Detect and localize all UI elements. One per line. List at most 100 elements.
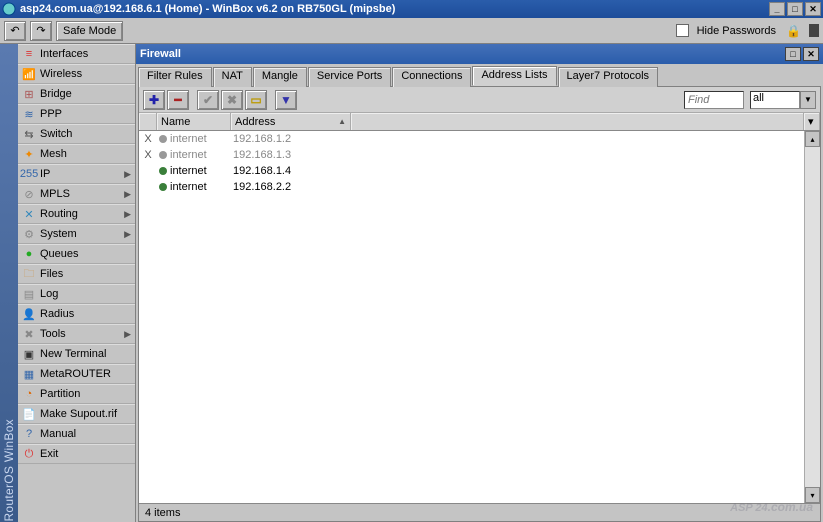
menu-item-wireless[interactable]: 📶 Wireless (18, 64, 135, 84)
menu-item-bridge[interactable]: ⊞Bridge (18, 84, 135, 104)
menu-item-ip[interactable]: 255 IP ▶ (18, 164, 135, 184)
app-title: asp24.com.ua@192.168.6.1 (Home) - WinBox… (20, 3, 767, 15)
tab-nat[interactable]: NAT (213, 67, 252, 87)
row-name: internet (157, 181, 231, 193)
window-expand-button[interactable]: □ (785, 47, 801, 61)
menu-icon: ▦ (22, 367, 36, 381)
row-flag: X (139, 149, 157, 161)
enable-button[interactable]: ✔ (197, 90, 219, 110)
menu-item-interfaces[interactable]: ≡ Interfaces (18, 44, 135, 64)
submenu-arrow-icon: ▶ (124, 329, 131, 340)
submenu-arrow-icon: ▶ (124, 169, 131, 180)
column-address[interactable]: Address▲ (231, 113, 351, 130)
menu-label: Interfaces (40, 48, 131, 60)
minimize-button[interactable]: _ (769, 2, 785, 16)
menu-icon: ≡ (22, 47, 36, 61)
menu-item-manual[interactable]: ?Manual (18, 424, 135, 444)
hide-passwords-label: Hide Passwords (697, 25, 776, 37)
row-address: 192.168.1.2 (231, 133, 351, 145)
menu-item-files[interactable]: 🗀Files (18, 264, 135, 284)
menu-icon: ⇆ (22, 127, 36, 141)
column-name[interactable]: Name (157, 113, 231, 130)
filter-button[interactable]: ▼ (275, 90, 297, 110)
firewall-tabs: Filter RulesNATMangleService PortsConnec… (136, 64, 823, 86)
menu-icon: 🗀 (22, 267, 36, 281)
menu-item-make-supout.rif[interactable]: 📄Make Supout.rif (18, 404, 135, 424)
menu-label: MetaROUTER (40, 368, 131, 380)
menu-icon: ≋ (22, 107, 36, 121)
redo-button[interactable]: ↷ (30, 21, 52, 41)
menu-icon: 255 (22, 167, 36, 181)
menu-icon: ▣ (22, 347, 36, 361)
row-address: 192.168.2.2 (231, 181, 351, 193)
row-name: internet (157, 133, 231, 145)
menu-item-queues[interactable]: ●Queues (18, 244, 135, 264)
menu-item-routing[interactable]: ✕Routing▶ (18, 204, 135, 224)
menu-icon: 📶 (22, 67, 36, 81)
tab-layer7-protocols[interactable]: Layer7 Protocols (558, 67, 659, 87)
hide-passwords-checkbox[interactable] (676, 24, 689, 37)
maximize-button[interactable]: □ (787, 2, 803, 16)
table-row[interactable]: internet192.168.2.2 (139, 179, 820, 195)
menu-icon: ✕ (22, 207, 36, 221)
menu-item-log[interactable]: ▤Log (18, 284, 135, 304)
menu-label: Routing (40, 208, 120, 220)
status-bar: 4 items (139, 503, 820, 521)
disable-button[interactable]: ✖ (221, 90, 243, 110)
address-list-table: Name Address▲ ▾ Xinternet192.168.1.2Xint… (139, 113, 820, 503)
tab-service-ports[interactable]: Service Ports (308, 67, 391, 87)
close-button[interactable]: ✕ (805, 2, 821, 16)
menu-item-system[interactable]: ⚙System▶ (18, 224, 135, 244)
remove-button[interactable]: ━ (167, 90, 189, 110)
tab-mangle[interactable]: Mangle (253, 67, 307, 87)
menu-icon: 👤 (22, 307, 36, 321)
safe-mode-button[interactable]: Safe Mode (56, 21, 123, 41)
lock-icon: 🔒 (786, 24, 801, 38)
menu-label: Wireless (40, 68, 131, 80)
menu-label: Radius (40, 308, 131, 320)
comment-button[interactable]: ▭ (245, 90, 267, 110)
submenu-arrow-icon: ▶ (124, 189, 131, 200)
menu-item-radius[interactable]: 👤 Radius (18, 304, 135, 324)
table-row[interactable]: Xinternet192.168.1.3 (139, 147, 820, 163)
table-row[interactable]: Xinternet192.168.1.2 (139, 131, 820, 147)
menu-label: Log (40, 288, 131, 300)
filter-select[interactable]: all (750, 91, 800, 109)
menu-icon: ? (22, 427, 36, 441)
window-close-button[interactable]: ✕ (803, 47, 819, 61)
menu-item-tools[interactable]: ✖Tools▶ (18, 324, 135, 344)
status-dot-icon (159, 183, 167, 191)
menu-item-metarouter[interactable]: ▦ MetaROUTER (18, 364, 135, 384)
add-button[interactable]: ✚ (143, 90, 165, 110)
menu-label: IP (40, 168, 120, 180)
menu-label: Mesh (40, 148, 131, 160)
vertical-scrollbar[interactable]: ▴ ▾ (804, 131, 820, 503)
main-menu: ≡ Interfaces 📶 Wireless ⊞Bridge ≋ PPP ⇆ Switch ✦M… (18, 44, 136, 522)
scroll-up-button[interactable]: ▴ (805, 131, 820, 147)
find-input[interactable] (684, 91, 744, 109)
tab-filter-rules[interactable]: Filter Rules (138, 67, 212, 87)
menu-icon: ⏻ (22, 447, 36, 461)
menu-item-ppp[interactable]: ≋ PPP (18, 104, 135, 124)
row-address: 192.168.1.3 (231, 149, 351, 161)
menu-label: MPLS (40, 188, 120, 200)
column-menu-button[interactable]: ▾ (804, 113, 820, 130)
scroll-down-button[interactable]: ▾ (805, 487, 820, 503)
tab-connections[interactable]: Connections (392, 67, 471, 87)
menu-item-mesh[interactable]: ✦Mesh (18, 144, 135, 164)
table-header: Name Address▲ ▾ (139, 113, 820, 131)
menu-label: Partition (40, 388, 131, 400)
menu-label: Switch (40, 128, 131, 140)
menu-item-partition[interactable]: ◔Partition (18, 384, 135, 404)
menu-item-mpls[interactable]: ⊘MPLS▶ (18, 184, 135, 204)
window-title: Firewall (140, 48, 783, 60)
menu-label: PPP (40, 108, 131, 120)
menu-item-switch[interactable]: ⇆ Switch (18, 124, 135, 144)
menu-item-new-terminal[interactable]: ▣New Terminal (18, 344, 135, 364)
menu-item-exit[interactable]: ⏻Exit (18, 444, 135, 464)
undo-button[interactable]: ↶ (4, 21, 26, 41)
column-flag[interactable] (139, 113, 157, 130)
filter-dropdown-button[interactable]: ▼ (800, 91, 816, 109)
table-row[interactable]: internet192.168.1.4 (139, 163, 820, 179)
tab-address-lists[interactable]: Address Lists (472, 66, 556, 86)
